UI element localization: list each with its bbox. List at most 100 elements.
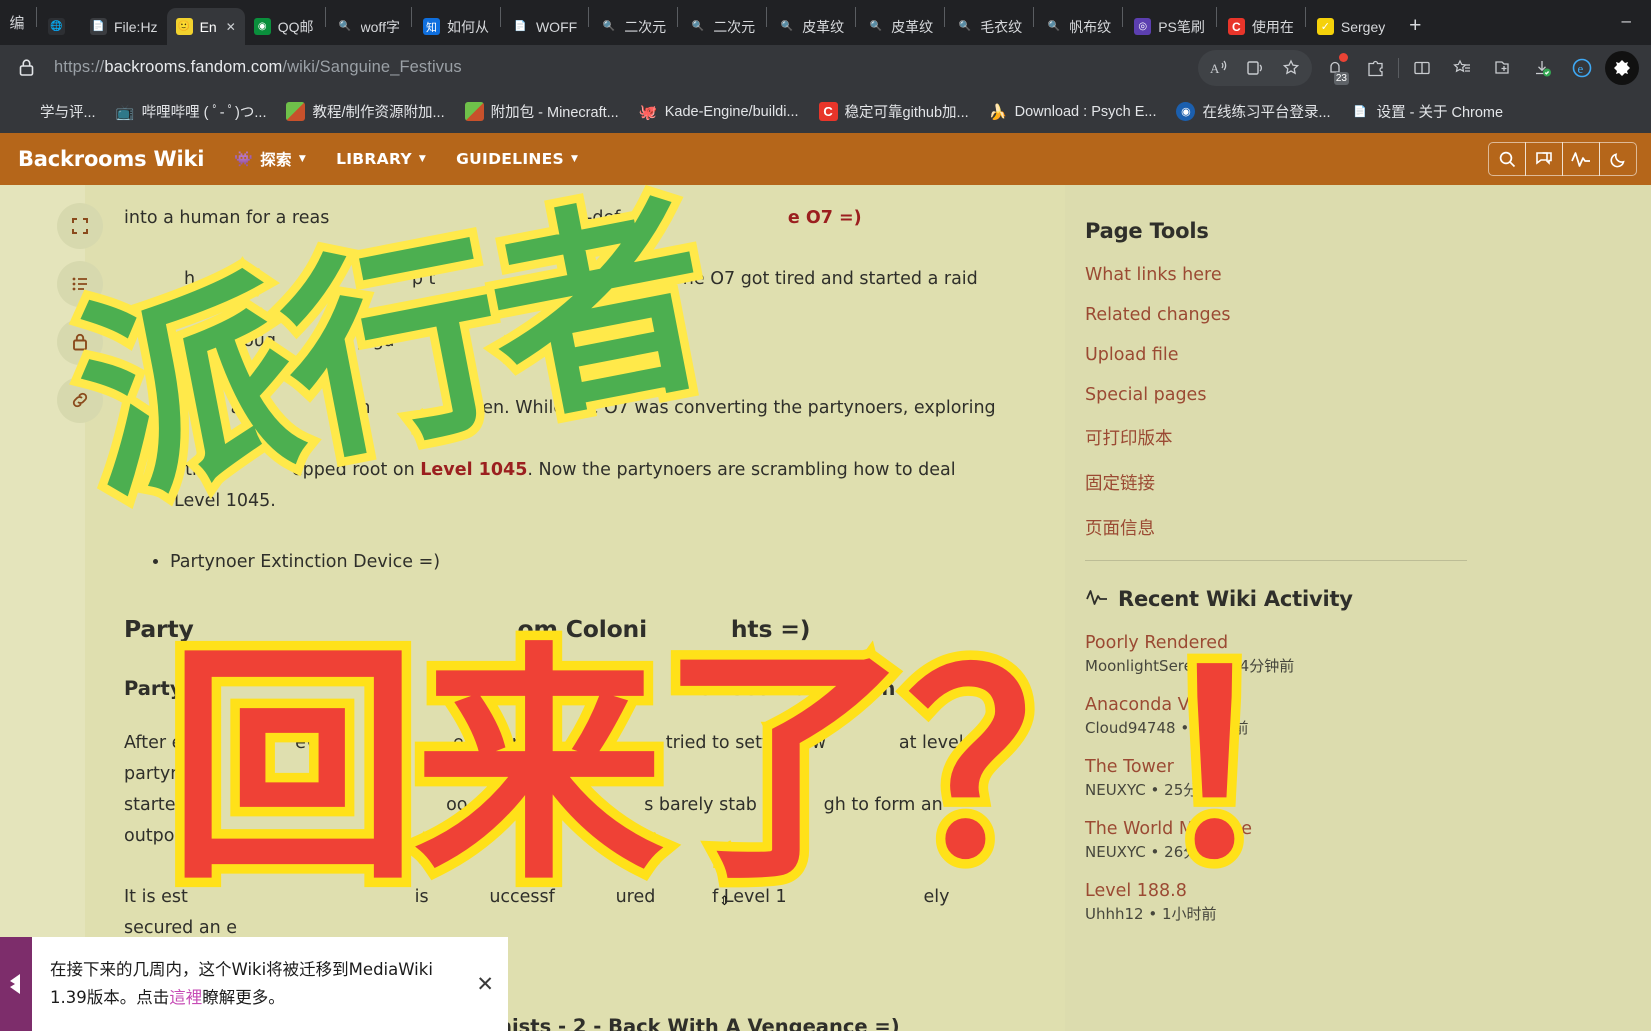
new-tab-button[interactable]: +: [1400, 11, 1430, 41]
activity-title[interactable]: Level 188.8: [1085, 881, 1651, 901]
article-heading: Party om Coloni hts =): [124, 614, 1005, 645]
nav-item-explore[interactable]: 👾 探索 ▼: [234, 148, 306, 170]
url-domain: backrooms.fandom.com: [104, 58, 283, 76]
page-tool-permanent-link[interactable]: 固定链接: [1085, 470, 1651, 495]
tab-label: 毛衣纹: [980, 18, 1023, 35]
file-favicon: 📄: [90, 18, 107, 35]
page-tool-printable-version[interactable]: 可打印版本: [1085, 425, 1651, 450]
dark-mode-icon[interactable]: [1599, 142, 1637, 176]
browser-tab[interactable]: 🔍 皮革纹: [769, 8, 853, 45]
article-tools-rail: [57, 203, 103, 423]
lock-icon[interactable]: [12, 54, 40, 82]
article-link-level-1045[interactable]: Level 1045: [420, 460, 527, 480]
article-subheading: Party Colon e or God Damn Man: [124, 673, 1005, 704]
bookmark-item[interactable]: 教程/制作资源附加...: [278, 97, 452, 126]
link-icon[interactable]: [57, 377, 103, 423]
add-collection-icon[interactable]: [1485, 51, 1519, 85]
wiki-header: Backrooms Wiki 👾 探索 ▼ LIBRARY ▼ GUIDELIN…: [0, 133, 1651, 185]
browser-tab[interactable]: 🌐: [39, 8, 81, 45]
browser-tab[interactable]: 🔍 毛衣纹: [947, 8, 1031, 45]
bookmark-item[interactable]: 附加包 - Minecraft...: [457, 97, 627, 126]
browser-tab[interactable]: 知 如何从: [414, 8, 498, 45]
activity-item[interactable]: The World Machine NEUXYC • 26分钟前: [1085, 819, 1651, 862]
text-fragment: om Coloni: [517, 615, 648, 643]
activity-item[interactable]: Poorly Rendered MoonlightSerenity • 4分钟前: [1085, 633, 1651, 676]
bookmark-item[interactable]: 学与评...: [6, 97, 104, 126]
globe-favicon: 🌐: [48, 18, 65, 35]
activity-item[interactable]: The Tower NEUXYC • 25分钟前: [1085, 757, 1651, 800]
activity-title[interactable]: The World Machine: [1085, 819, 1651, 839]
activity-title[interactable]: Poorly Rendered: [1085, 633, 1651, 653]
close-icon[interactable]: ✕: [226, 20, 236, 34]
tab-list-button[interactable]: 编: [0, 0, 34, 45]
discussions-icon[interactable]: [1525, 142, 1563, 176]
toast-body: 在接下来的几周内，这个Wiki将被迁移到MediaWiki 1.39版本。点击這…: [32, 937, 508, 1031]
activity-title[interactable]: Anaconda Virtue: [1085, 695, 1651, 715]
window-minimize-button[interactable]: –: [1622, 11, 1651, 45]
text-fragment: After e: [124, 733, 183, 753]
search-icon[interactable]: [1488, 142, 1526, 176]
lock-icon[interactable]: [57, 319, 103, 365]
close-icon[interactable]: ✕: [476, 972, 494, 997]
text-fragment-accent: e O7 =): [787, 208, 862, 228]
nav-item-guidelines[interactable]: GUIDELINES ▼: [456, 150, 578, 168]
activity-item[interactable]: Level 188.8 Uhhh12 • 1小时前: [1085, 881, 1651, 924]
page-tool-related-changes[interactable]: Related changes: [1085, 305, 1651, 325]
browser-tab[interactable]: 🔍 二次元: [680, 8, 764, 45]
activity-meta: MoonlightSerenity • 4分钟前: [1085, 657, 1295, 675]
text-fragment: s barely stab: [644, 795, 757, 815]
bookmark-item[interactable]: C 稳定可靠github加...: [811, 97, 977, 126]
browser-tab-active[interactable]: 🙂 En ✕: [166, 8, 245, 45]
browser-tab[interactable]: 📄 File:Hz: [81, 8, 167, 45]
browser-tab[interactable]: 📄 WOFF: [503, 8, 586, 45]
collections-icon[interactable]: [1445, 51, 1479, 85]
read-aloud-icon[interactable]: A: [1202, 51, 1236, 85]
bookmark-item[interactable]: 🐙 Kade-Engine/buildi...: [631, 98, 807, 125]
browser-tab[interactable]: ◎ PS笔刷: [1125, 8, 1214, 45]
bookmark-item[interactable]: 🍌 Download : Psych E...: [981, 98, 1165, 125]
extensions-icon[interactable]: [1358, 51, 1392, 85]
fandom-favicon: 🙂: [175, 18, 193, 35]
reading-view-icon[interactable]: [1238, 51, 1272, 85]
browser-tab[interactable]: 🔍 皮革纹: [858, 8, 942, 45]
browser-tab[interactable]: C 使用在: [1219, 8, 1303, 45]
page-tool-upload-file[interactable]: Upload file: [1085, 345, 1651, 365]
scroll-indicator[interactable]: ⇕: [719, 894, 730, 907]
bookmark-item[interactable]: 📄 设置 - 关于 Chrome: [1343, 97, 1512, 126]
migration-notification-toast: 在接下来的几周内，这个Wiki将被迁移到MediaWiki 1.39版本。点击這…: [0, 937, 508, 1031]
bookmark-item[interactable]: 📺 哔哩哔哩 ( ﾟ- ﾟ)つ...: [108, 97, 275, 126]
page-tool-what-links-here[interactable]: What links here: [1085, 265, 1651, 285]
blue-seal-bm-icon: ◉: [1176, 102, 1196, 121]
url-input[interactable]: https://backrooms.fandom.com/wiki/Sangui…: [54, 58, 1184, 77]
browser-tab[interactable]: 🔍 woff字: [328, 8, 409, 45]
minecraft-bm-icon: [464, 102, 484, 121]
nav-item-library[interactable]: LIBRARY ▼: [336, 150, 426, 168]
activity-title[interactable]: The Tower: [1085, 757, 1651, 777]
activity-item[interactable]: Anaconda Virtue Cloud94748 • 6分钟前: [1085, 695, 1651, 738]
tab-label: 皮革纹: [802, 18, 845, 35]
wiki-logo[interactable]: Backrooms Wiki: [18, 147, 204, 171]
page-tool-page-information[interactable]: 页面信息: [1085, 515, 1651, 540]
toast-message: 在接下来的几周内，这个Wiki将被迁移到MediaWiki 1.39版本。点击這…: [50, 956, 466, 1012]
edge-icon[interactable]: e: [1565, 51, 1599, 85]
browser-tab[interactable]: ✓ Sergey: [1308, 8, 1394, 45]
browser-tab[interactable]: 🔍 二次元: [591, 8, 675, 45]
profile-icon[interactable]: [1605, 50, 1639, 85]
activity-icon[interactable]: [1562, 142, 1600, 176]
alerts-icon[interactable]: 23: [1318, 51, 1352, 85]
tab-label: En: [199, 18, 217, 35]
text-fragment: y ga: [356, 331, 395, 351]
browser-tab[interactable]: ◉ QQ邮: [245, 8, 323, 45]
page-tool-special-pages[interactable]: Special pages: [1085, 385, 1651, 405]
text-fragment: Level 1045.: [174, 491, 276, 511]
add-favorite-icon[interactable]: [1274, 51, 1308, 85]
nav-label: GUIDELINES: [456, 150, 565, 168]
downloads-icon[interactable]: [1525, 51, 1559, 85]
url-scheme: https://: [54, 58, 105, 76]
contents-icon[interactable]: [57, 261, 103, 307]
fullscreen-icon[interactable]: [57, 203, 103, 249]
split-screen-icon[interactable]: [1405, 51, 1439, 85]
toast-link[interactable]: 這裡: [169, 988, 202, 1007]
browser-tab[interactable]: 🔍 帆布纹: [1036, 8, 1120, 45]
bookmark-item[interactable]: ◉ 在线练习平台登录...: [1168, 97, 1338, 126]
